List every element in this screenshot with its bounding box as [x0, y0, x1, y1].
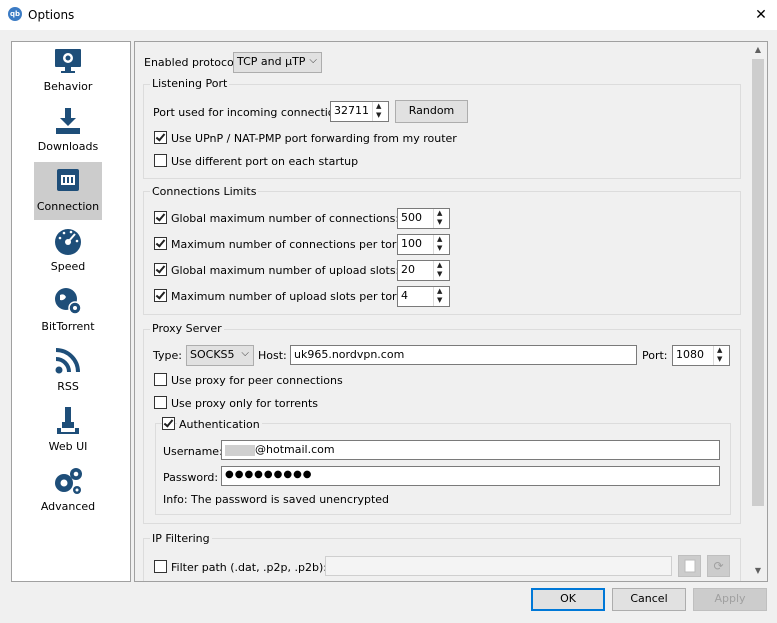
- refresh-icon: ⟳: [713, 559, 724, 573]
- random-port-button[interactable]: Random: [395, 100, 468, 123]
- rss-icon: [55, 348, 80, 374]
- proxy-server-title: Proxy Server: [150, 322, 224, 335]
- redacted-text: [225, 444, 255, 456]
- globe-gear-icon: [55, 288, 82, 315]
- sidebar-item-bittorrent[interactable]: BitTorrent: [34, 282, 102, 340]
- sidebar-item-web-ui[interactable]: Web UI: [34, 402, 102, 460]
- scroll-up-icon[interactable]: ▲: [750, 42, 766, 58]
- speedometer-icon: [55, 229, 81, 255]
- max-connections-per-torrent-label: Maximum number of connections per torren…: [171, 238, 423, 251]
- global-max-connections-spinbox[interactable]: 500 ▲ ▼: [397, 208, 450, 229]
- protocol-select[interactable]: TCP and µTP ⌵: [233, 52, 322, 73]
- sidebar-item-speed[interactable]: Speed: [34, 222, 102, 280]
- gears-icon: [55, 468, 82, 494]
- spin-up-icon[interactable]: ▲: [376, 102, 381, 110]
- proxy-port-label: Port:: [642, 349, 668, 362]
- sidebar-item-advanced[interactable]: Advanced: [34, 462, 102, 520]
- global-upload-slots-checkbox[interactable]: [154, 263, 167, 276]
- ip-filter-path-input[interactable]: [325, 556, 672, 576]
- sidebar-item-connection[interactable]: Connection: [34, 162, 102, 220]
- password-info-text: Info: The password is saved unencrypted: [163, 493, 390, 506]
- incoming-port-label: Port used for incoming connections:: [153, 106, 351, 119]
- proxy-only-torrents-label: Use proxy only for torrents: [171, 397, 319, 410]
- sidebar-item-label: Advanced: [40, 500, 96, 513]
- different-port-label: Use different port on each startup: [171, 155, 359, 168]
- authentication-checkbox[interactable]: [162, 417, 175, 430]
- upnp-label: Use UPnP / NAT-PMP port forwarding from …: [171, 132, 457, 145]
- spin-up-icon[interactable]: ▲: [717, 346, 722, 354]
- proxy-host-label: Host:: [258, 349, 287, 362]
- chevron-down-icon: ⌵: [309, 55, 317, 66]
- scrollbar-thumb[interactable]: [752, 59, 764, 506]
- spin-up-icon[interactable]: ▲: [437, 235, 442, 243]
- ip-filter-checkbox[interactable]: [154, 560, 167, 573]
- monitor-gear-icon: [55, 49, 81, 73]
- ip-filtering-title: IP Filtering: [150, 532, 212, 545]
- username-label: Username:: [163, 445, 223, 458]
- global-max-connections-label: Global maximum number of connections:: [171, 212, 400, 225]
- spin-down-icon[interactable]: ▼: [437, 270, 442, 278]
- title-bar: [0, 0, 777, 30]
- spin-down-icon[interactable]: ▼: [437, 296, 442, 304]
- password-input[interactable]: ●●●●●●●●●: [221, 466, 720, 486]
- cancel-button[interactable]: Cancel: [612, 588, 686, 611]
- listening-port-title: Listening Port: [150, 77, 230, 90]
- sidebar-item-label: BitTorrent: [41, 320, 95, 333]
- ip-filter-label: Filter path (.dat, .p2p, .p2b):: [171, 561, 327, 574]
- sidebar-item-downloads[interactable]: Downloads: [34, 102, 102, 160]
- max-connections-per-torrent-checkbox[interactable]: [154, 237, 167, 250]
- authentication-label: Authentication: [177, 418, 262, 431]
- spin-up-icon[interactable]: ▲: [437, 209, 442, 217]
- app-icon: qb: [8, 7, 22, 21]
- upnp-checkbox[interactable]: [154, 131, 167, 144]
- upload-slots-per-torrent-checkbox[interactable]: [154, 289, 167, 302]
- proxy-peer-connections-label: Use proxy for peer connections: [171, 374, 343, 387]
- connection-limits-title: Connections Limits: [150, 185, 259, 198]
- sidebar-item-label: Web UI: [48, 440, 88, 453]
- username-input[interactable]: @hotmail.com: [221, 440, 720, 460]
- file-icon: [684, 559, 695, 573]
- sidebar-item-label: Connection: [36, 200, 100, 213]
- spin-down-icon[interactable]: ▼: [437, 218, 442, 226]
- spin-down-icon[interactable]: ▼: [376, 111, 381, 119]
- sidebar-item-label: Behavior: [43, 80, 93, 93]
- network-icon: [57, 169, 79, 191]
- max-connections-per-torrent-spinbox[interactable]: 100 ▲ ▼: [397, 234, 450, 255]
- sidebar-item-behavior[interactable]: Behavior: [34, 42, 102, 100]
- sidebar-item-label: Speed: [50, 260, 86, 273]
- window-title: Options: [28, 8, 75, 22]
- scroll-down-icon[interactable]: ▼: [750, 563, 766, 579]
- sidebar-item-rss[interactable]: RSS: [34, 342, 102, 400]
- reload-filter-button[interactable]: ⟳: [707, 555, 730, 577]
- sidebar-item-label: Downloads: [37, 140, 99, 153]
- password-label: Password:: [163, 471, 219, 484]
- upload-slots-per-torrent-label: Maximum number of upload slots per torre…: [171, 290, 423, 303]
- proxy-peer-connections-checkbox[interactable]: [154, 373, 167, 386]
- protocol-label: Enabled protocol:: [144, 56, 241, 69]
- sidebar-item-label: RSS: [57, 380, 79, 393]
- proxy-host-input[interactable]: uk965.nordvpn.com: [290, 345, 637, 365]
- spin-up-icon[interactable]: ▲: [437, 261, 442, 269]
- spin-up-icon[interactable]: ▲: [437, 287, 442, 295]
- sidebar: Behavior Downloads Connection Speed BitT…: [11, 41, 131, 582]
- different-port-checkbox[interactable]: [154, 154, 167, 167]
- download-icon: [56, 108, 80, 134]
- global-upload-slots-spinbox[interactable]: 20 ▲ ▼: [397, 260, 450, 281]
- global-max-connections-checkbox[interactable]: [154, 211, 167, 224]
- spin-down-icon[interactable]: ▼: [717, 355, 722, 363]
- close-button[interactable]: ✕: [750, 4, 772, 26]
- spin-down-icon[interactable]: ▼: [437, 244, 442, 252]
- proxy-type-select[interactable]: SOCKS5 ⌵: [186, 345, 254, 366]
- proxy-only-torrents-checkbox[interactable]: [154, 396, 167, 409]
- proxy-port-spinbox[interactable]: 1080 ▲ ▼: [672, 345, 730, 366]
- incoming-port-spinbox[interactable]: 32711 ▲ ▼: [330, 101, 389, 122]
- upload-slots-per-torrent-spinbox[interactable]: 4 ▲ ▼: [397, 286, 450, 307]
- global-upload-slots-label: Global maximum number of upload slots:: [171, 264, 400, 277]
- browse-filter-button[interactable]: [678, 555, 701, 577]
- proxy-type-label: Type:: [153, 349, 182, 362]
- ok-button[interactable]: OK: [531, 588, 605, 611]
- chevron-down-icon: ⌵: [241, 348, 249, 359]
- plug-icon: [57, 407, 79, 434]
- apply-button[interactable]: Apply: [693, 588, 767, 611]
